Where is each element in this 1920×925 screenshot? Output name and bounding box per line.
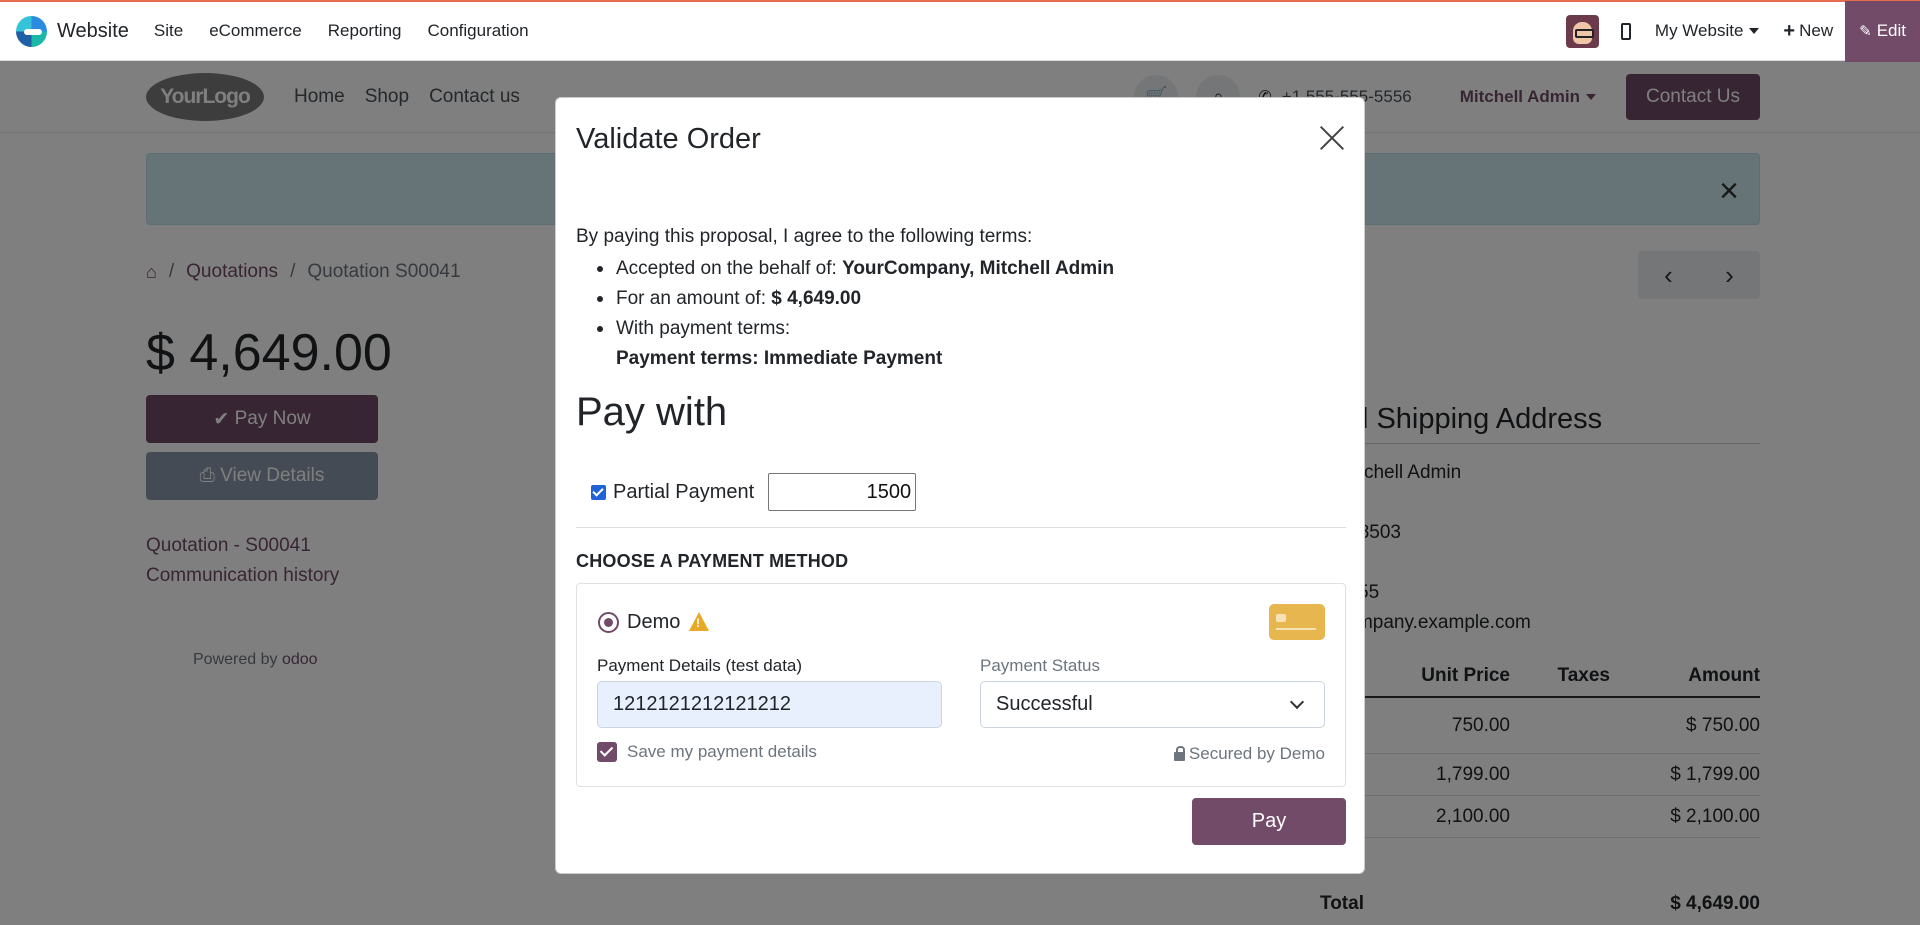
- edit-button-label: Edit: [1876, 21, 1906, 40]
- partial-payment-row: Partial Payment: [591, 473, 917, 511]
- payment-method-card: Demo ! Payment Details (test data) Payme…: [576, 583, 1346, 787]
- website-switcher[interactable]: My Website: [1655, 21, 1760, 41]
- choose-method-heading: CHOOSE A PAYMENT METHOD: [576, 551, 849, 571]
- payment-details-input[interactable]: [597, 681, 942, 728]
- amount-value: $ 4,649.00: [771, 288, 862, 309]
- secured-by-label: Secured by Demo: [1188, 744, 1325, 763]
- app-name: Website: [57, 19, 129, 42]
- save-details-label: Save my payment details: [627, 742, 817, 761]
- payment-details-label: Payment Details (test data): [597, 656, 803, 675]
- app-switcher[interactable]: Website: [16, 15, 129, 47]
- menu-site[interactable]: Site: [141, 21, 196, 41]
- edit-button[interactable]: ✎ Edit: [1845, 0, 1920, 62]
- payment-method-radio[interactable]: [598, 612, 619, 633]
- caret-down-icon: [1749, 28, 1760, 34]
- pay-button[interactable]: Pay: [1192, 798, 1346, 845]
- credit-card-icon: [1269, 604, 1325, 640]
- user-avatar[interactable]: [1565, 14, 1599, 48]
- secured-by: Secured by Demo: [1173, 744, 1325, 764]
- terms-accepted: Accepted on the behalf of: YourCompany, …: [576, 254, 1114, 284]
- terms-intro: By paying this proposal, I agree to the …: [576, 226, 1033, 247]
- terms-payment: With payment terms:: [576, 314, 1114, 344]
- lock-icon: [1173, 745, 1185, 761]
- plus-icon: +: [1783, 19, 1796, 42]
- amount-label: For an amount of:: [616, 288, 766, 309]
- payment-status-value: Successful: [996, 693, 1093, 715]
- new-button-label: New: [1799, 21, 1834, 40]
- menu-configuration[interactable]: Configuration: [415, 21, 542, 41]
- partial-payment-checkbox[interactable]: [591, 484, 606, 500]
- accepted-label: Accepted on the behalf of:: [616, 258, 837, 279]
- menu-reporting[interactable]: Reporting: [315, 21, 415, 41]
- payment-terms-label: With payment terms:: [616, 318, 791, 339]
- app-menu: Site eCommerce Reporting Configuration: [141, 21, 542, 41]
- payment-terms-value: Payment terms: Immediate Payment: [616, 348, 943, 369]
- new-button[interactable]: + New: [1783, 20, 1833, 43]
- odoo-navbar: Website Site eCommerce Reporting Configu…: [0, 0, 1920, 62]
- partial-amount-input[interactable]: [768, 473, 917, 511]
- accepted-value: YourCompany, Mitchell Admin: [842, 258, 1115, 279]
- terms-list: Accepted on the behalf of: YourCompany, …: [576, 254, 1114, 374]
- validate-order-dialog: Validate Order By paying this proposal, …: [555, 97, 1365, 874]
- terms-amount: For an amount of: $ 4,649.00: [576, 284, 1114, 314]
- payment-status-label: Payment Status: [980, 656, 1101, 675]
- mobile-preview-icon[interactable]: [1620, 22, 1631, 40]
- menu-ecommerce[interactable]: eCommerce: [196, 21, 315, 41]
- pencil-icon: ✎: [1859, 23, 1872, 40]
- payment-status-select[interactable]: Successful: [980, 681, 1325, 728]
- payment-method-name: Demo: [627, 611, 681, 633]
- divider: [576, 527, 1346, 528]
- navbar-right: My Website + New ✎ Edit: [1565, 0, 1920, 62]
- website-switcher-label: My Website: [1654, 21, 1744, 40]
- pay-with-heading: Pay with: [576, 390, 728, 434]
- save-details-checkbox[interactable]: [597, 742, 617, 762]
- warning-mark: !: [696, 616, 700, 630]
- website-app-icon: [16, 15, 47, 47]
- dialog-title: Validate Order: [576, 123, 761, 155]
- partial-payment-label: Partial Payment: [613, 480, 755, 503]
- chevron-down-icon: [1289, 694, 1305, 710]
- terms-payment-value: Payment terms: Immediate Payment: [576, 344, 1114, 374]
- close-icon[interactable]: [1318, 124, 1346, 152]
